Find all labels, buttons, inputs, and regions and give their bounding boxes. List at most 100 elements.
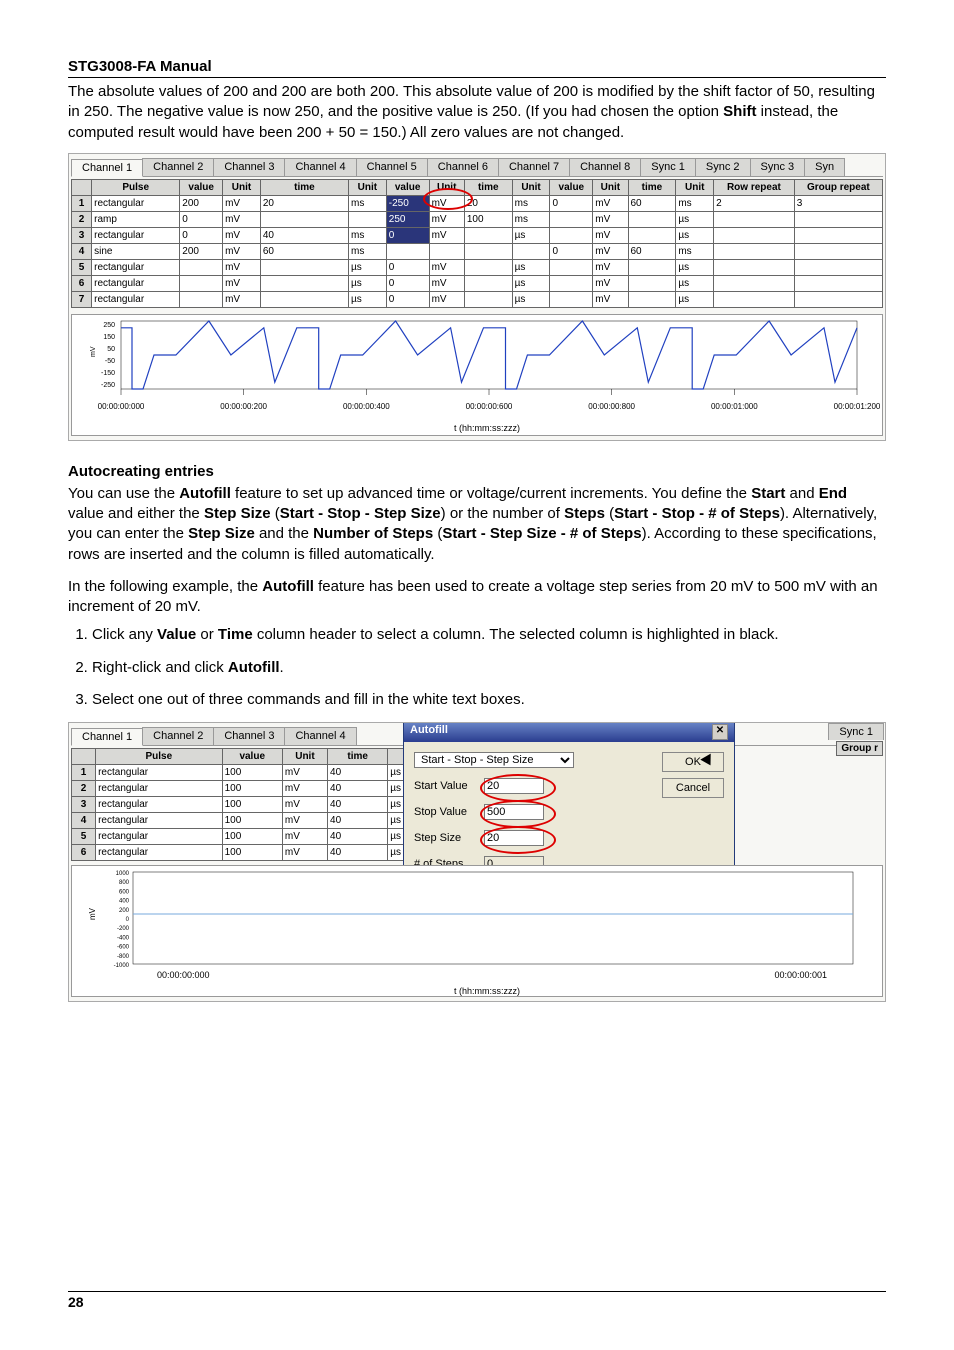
cell[interactable]: ms	[512, 195, 550, 211]
cell[interactable]	[794, 243, 882, 259]
cell[interactable]	[794, 259, 882, 275]
cell[interactable]: 2	[714, 195, 795, 211]
cell[interactable]: mV	[223, 275, 261, 291]
cell[interactable]: rectangular	[92, 259, 180, 275]
cell[interactable]	[464, 291, 512, 307]
col-header[interactable]: value	[222, 749, 282, 765]
col-header[interactable]: value	[180, 179, 223, 195]
cell[interactable]: 3	[794, 195, 882, 211]
cell[interactable]	[260, 275, 348, 291]
tab-channel-6[interactable]: Channel 6	[427, 158, 499, 176]
cell[interactable]: 0	[386, 227, 429, 243]
cell[interactable]: 0	[386, 291, 429, 307]
cell[interactable]: 100	[222, 781, 282, 797]
cell[interactable]: 5	[72, 259, 92, 275]
col-header[interactable]: Unit	[349, 179, 387, 195]
cell[interactable]: 100	[464, 211, 512, 227]
cell[interactable]: ms	[676, 243, 714, 259]
cell[interactable]: 0	[550, 195, 593, 211]
cell[interactable]: 100	[222, 813, 282, 829]
tab-sync-1[interactable]: Sync 1	[640, 158, 696, 176]
col-header[interactable]: Unit	[593, 179, 628, 195]
cell[interactable]: mV	[593, 227, 628, 243]
cell[interactable]: ms	[676, 195, 714, 211]
cell[interactable]: mV	[282, 765, 327, 781]
cell[interactable]: 200	[180, 195, 223, 211]
cell[interactable]: µs	[349, 291, 387, 307]
cell[interactable]: 1	[72, 195, 92, 211]
cell[interactable]: ms	[349, 243, 387, 259]
cell[interactable]	[180, 259, 223, 275]
cell[interactable]: mV	[593, 195, 628, 211]
cell[interactable]: mV	[223, 243, 261, 259]
close-icon[interactable]: ✕	[712, 724, 728, 740]
cell[interactable]: mV	[593, 291, 628, 307]
cell[interactable]: 40	[260, 227, 348, 243]
cell[interactable]	[180, 275, 223, 291]
cell[interactable]: 5	[72, 829, 96, 845]
cell[interactable]: ms	[512, 211, 550, 227]
cell[interactable]: 40	[328, 845, 388, 861]
cell[interactable]: 40	[328, 813, 388, 829]
cell[interactable]: 40	[328, 797, 388, 813]
cell[interactable]: rectangular	[96, 845, 223, 861]
cell[interactable]: µs	[676, 227, 714, 243]
tab-channel-4[interactable]: Channel 4	[284, 727, 356, 745]
cell[interactable]: 100	[222, 797, 282, 813]
col-header[interactable]: Group repeat	[794, 179, 882, 195]
cell[interactable]: mV	[282, 829, 327, 845]
cell[interactable]: mV	[429, 227, 464, 243]
cell[interactable]	[628, 227, 676, 243]
cell[interactable]: ms	[349, 227, 387, 243]
cell[interactable]: 100	[222, 829, 282, 845]
cell[interactable]	[550, 275, 593, 291]
cell[interactable]: rectangular	[92, 291, 180, 307]
tab-channel-7[interactable]: Channel 7	[498, 158, 570, 176]
tab-channel-1[interactable]: Channel 1	[71, 159, 143, 177]
cell[interactable]: mV	[223, 227, 261, 243]
cell[interactable]	[550, 259, 593, 275]
cell[interactable]	[260, 291, 348, 307]
col-header[interactable]: Unit	[282, 749, 327, 765]
cell[interactable]	[464, 259, 512, 275]
col-header[interactable]: value	[550, 179, 593, 195]
col-header[interactable]: time	[628, 179, 676, 195]
cell[interactable]: mV	[593, 275, 628, 291]
cell[interactable]	[429, 243, 464, 259]
cell[interactable]: µs	[512, 259, 550, 275]
cell[interactable]: 60	[628, 195, 676, 211]
cell[interactable]: rectangular	[96, 797, 223, 813]
tab-channel-4[interactable]: Channel 4	[284, 158, 356, 176]
cell[interactable]: 7	[72, 291, 92, 307]
step-size-input[interactable]	[484, 830, 544, 846]
tab-channel-3[interactable]: Channel 3	[213, 158, 285, 176]
cell[interactable]: 250	[386, 211, 429, 227]
cell[interactable]: 100	[222, 765, 282, 781]
cell[interactable]: rectangular	[96, 813, 223, 829]
cell[interactable]: 20	[260, 195, 348, 211]
cell[interactable]: mV	[282, 845, 327, 861]
cell[interactable]	[180, 291, 223, 307]
start-value-input[interactable]	[484, 778, 544, 794]
cell[interactable]: 0	[386, 259, 429, 275]
col-header[interactable]	[72, 749, 96, 765]
col-header[interactable]: time	[464, 179, 512, 195]
tab-channel-2[interactable]: Channel 2	[142, 727, 214, 745]
cell[interactable]: 100	[222, 845, 282, 861]
cell[interactable]: ms	[349, 195, 387, 211]
col-header[interactable]: Unit	[676, 179, 714, 195]
cell[interactable]: mV	[223, 211, 261, 227]
cell[interactable]: mV	[429, 275, 464, 291]
cell[interactable]	[794, 291, 882, 307]
cell[interactable]: mV	[282, 797, 327, 813]
cell[interactable]	[714, 211, 795, 227]
cell[interactable]: rectangular	[96, 781, 223, 797]
cell[interactable]: 40	[328, 765, 388, 781]
cell[interactable]	[464, 227, 512, 243]
cell[interactable]: mV	[223, 195, 261, 211]
cell[interactable]	[794, 275, 882, 291]
col-header[interactable]: Unit	[223, 179, 261, 195]
cell[interactable]: mV	[429, 259, 464, 275]
col-header[interactable]: Unit	[512, 179, 550, 195]
cell[interactable]: ramp	[92, 211, 180, 227]
